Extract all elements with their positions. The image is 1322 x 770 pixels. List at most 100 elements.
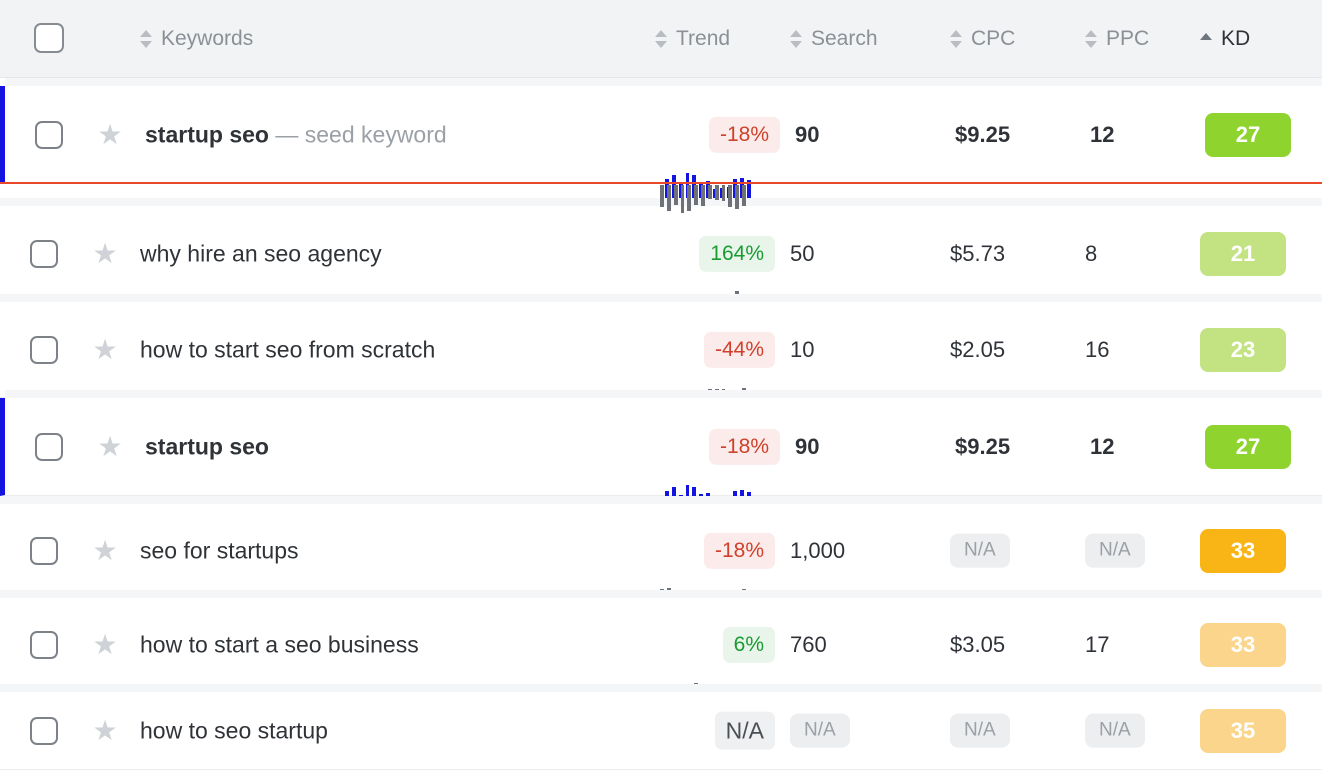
column-header-trend[interactable]: Trend [655,0,775,78]
cell-ppc: 16 [1085,302,1175,397]
cell-select [30,206,70,301]
cell-search: 10 [790,302,920,397]
keyword-text[interactable]: startup seo — seed keyword [145,121,447,148]
star-icon[interactable]: ★ [97,432,123,460]
cell-keyword: seo for startups [140,504,662,597]
search-value: 50 [790,240,815,266]
cell-favorite: ★ [92,598,124,691]
column-header-keywords[interactable]: Keywords [140,0,662,78]
table-row[interactable]: ★ startup seo -18% 90 $9.25 12 27 [0,390,1322,517]
row-checkbox[interactable] [30,716,58,745]
sort-icon-search[interactable] [790,29,803,49]
kd-badge: 21 [1200,231,1286,276]
cell-cpc: N/A [950,692,1050,769]
star-icon[interactable]: ★ [92,335,118,363]
trend-badge: -18% [708,116,780,153]
select-all-checkbox[interactable] [34,23,64,53]
row-separator [0,294,1322,302]
keyword-text[interactable]: seo for startups [140,537,299,564]
cell-cpc: N/A [950,504,1050,597]
cell-kd: 23 [1200,302,1290,397]
row-checkbox[interactable] [30,335,58,364]
table-row[interactable]: ★ how to start seo from scratch -44% 10 $2.0… [0,294,1322,419]
star-icon[interactable]: ★ [92,536,118,564]
sparkline-bar [714,185,719,200]
column-header-ppc[interactable]: PPC [1085,0,1175,78]
trend-badge: 164% [699,235,775,272]
cell-cpc: $5.73 [950,206,1050,301]
row-cells: ★ startup seo — seed keyword -18% 90 $9.25 12… [5,86,1322,205]
star-icon[interactable]: ★ [92,239,118,267]
cpc-value: $3.05 [950,631,1006,657]
kd-badge: 35 [1200,708,1286,753]
row-checkbox[interactable] [35,120,63,149]
column-label-kd: KD [1221,27,1251,50]
sort-icon-trend[interactable] [655,29,668,49]
cell-ppc: 17 [1085,598,1175,691]
row-checkbox[interactable] [35,432,63,461]
cell-select [35,398,75,495]
row-separator [5,78,1322,86]
sort-icon-keywords[interactable] [140,29,153,49]
column-header-kd[interactable]: KD [1200,0,1290,78]
row-cells: ★ seo for startups -18% 1,000 N/A N/A 33 [0,504,1322,619]
star-icon[interactable]: ★ [92,630,118,658]
star-icon[interactable]: ★ [97,120,123,148]
sort-icon-kd[interactable] [1200,29,1213,49]
sort-icon-cpc[interactable] [950,29,963,49]
cell-keyword: startup seo [145,398,667,495]
column-header-search[interactable]: Search [790,0,920,78]
sort-icon-ppc[interactable] [1085,29,1098,49]
cell-favorite: ★ [92,302,124,397]
kd-badge: 27 [1205,112,1291,157]
row-checkbox[interactable] [30,630,58,659]
cell-search: 90 [795,86,925,183]
cell-favorite: ★ [92,504,124,597]
ppc-value: 17 [1085,631,1110,657]
trend-badge: -44% [703,331,775,368]
cell-kd: 21 [1200,206,1290,301]
sparkline-bar [742,185,746,206]
table-row[interactable]: ★ seo for startups -18% 1,000 N/A N/A 33 [0,496,1322,619]
ppc-value: 8 [1085,240,1098,266]
cell-cpc: $9.25 [955,86,1055,183]
row-cells: ★ how to start seo from scratch -44% 10 $2.0… [0,302,1322,419]
cell-cpc: $3.05 [950,598,1050,691]
table-row[interactable]: ★ how to start a seo business 6% 760 $3.05 17… [0,590,1322,713]
column-header-cpc[interactable]: CPC [950,0,1050,78]
cell-favorite: ★ [92,206,124,301]
cell-trend: -44% [655,302,775,419]
keyword-text[interactable]: how to start seo from scratch [140,336,435,363]
sparkline-bar [735,185,740,209]
cell-keyword: how to start seo from scratch [140,302,662,397]
sparkline-bar [721,185,726,201]
cell-search: N/A [790,692,920,769]
cell-kd: 27 [1205,86,1295,183]
cpc-value: $2.05 [950,336,1006,362]
cell-search: 90 [795,398,925,495]
trend-badge: -18% [703,532,775,569]
table-row[interactable]: ★ how to seo startup N/A N/A N/A N/A 35 [0,684,1322,770]
cell-keyword: how to start a seo business [140,598,662,691]
table-header: Keywords Trend Search CPC PPC KD [0,0,1322,78]
cell-search: 760 [790,598,920,691]
row-checkbox[interactable] [30,536,58,565]
cell-kd: 27 [1205,398,1295,495]
keyword-text[interactable]: how to seo startup [140,717,328,744]
table-row[interactable]: ★ startup seo — seed keyword -18% 90 $9.25 12… [0,78,1322,205]
row-checkbox[interactable] [30,239,58,268]
cell-trend: 6% [655,598,775,713]
star-icon[interactable]: ★ [92,716,118,744]
keyword-text[interactable]: why hire an seo agency [140,240,382,267]
cell-cpc: $2.05 [950,302,1050,397]
search-value: 760 [790,631,827,657]
cell-keyword: startup seo — seed keyword [145,86,667,183]
ppc-value: 16 [1085,336,1110,362]
row-separator [0,590,1322,598]
sparkline-bar [701,185,705,206]
keyword-text[interactable]: how to start a seo business [140,631,419,658]
row-separator [0,684,1322,692]
cell-favorite: ★ [92,692,124,769]
keyword-text[interactable]: startup seo [145,433,269,460]
row-cells: ★ how to seo startup N/A N/A N/A N/A 35 [0,692,1322,769]
